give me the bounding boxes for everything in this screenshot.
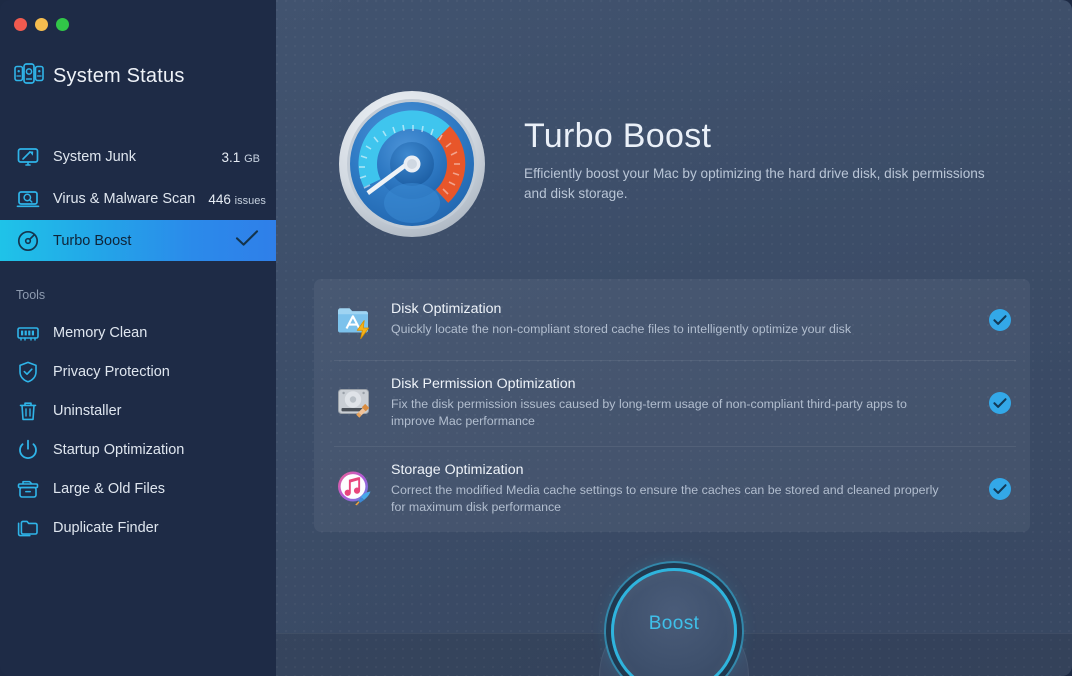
- sidebar-item-duplicate-finder[interactable]: Duplicate Finder: [0, 508, 276, 547]
- option-title: Disk Permission Optimization: [391, 376, 980, 392]
- boost-button-label: Boost: [649, 613, 700, 635]
- sidebar-item-label: Duplicate Finder: [53, 520, 159, 536]
- sidebar-item-label: Large & Old Files: [53, 481, 165, 497]
- power-icon: [16, 438, 40, 462]
- trash-icon: [16, 399, 40, 423]
- sidebar-item-value: 446 issues: [208, 192, 265, 207]
- optimization-options-card: Disk Optimization Quickly locate the non…: [314, 279, 1030, 532]
- boost-button[interactable]: Boost: [611, 568, 737, 676]
- option-check-icon[interactable]: [988, 308, 1012, 332]
- option-description: Correct the modified Media cache setting…: [391, 482, 951, 516]
- sidebar-item-label: Memory Clean: [53, 325, 147, 341]
- sidebar-item-label: Startup Optimization: [53, 442, 184, 458]
- hero-section: Turbo Boost Efficiently boost your Mac b…: [336, 88, 994, 245]
- option-title: Disk Optimization: [391, 301, 980, 317]
- sidebar-item-label: System Junk: [53, 149, 209, 165]
- option-text: Storage Optimization Correct the modifie…: [391, 462, 980, 516]
- itunes-rocket-icon: [334, 468, 376, 510]
- applications-folder-bolt-icon: [334, 299, 376, 341]
- main-content: Turbo Boost Efficiently boost your Mac b…: [276, 0, 1072, 676]
- sidebar-item-label: Turbo Boost: [53, 233, 221, 249]
- speedometer-icon: [16, 229, 40, 253]
- speedometer-large-icon: [336, 88, 488, 245]
- sidebar-item-memory-clean[interactable]: Memory Clean: [0, 313, 276, 352]
- monitor-broom-icon: [16, 145, 40, 169]
- close-window-button[interactable]: [14, 18, 27, 31]
- option-text: Disk Permission Optimization Fix the dis…: [391, 376, 980, 430]
- window-traffic-lights: [14, 18, 69, 31]
- option-row-disk-optimization[interactable]: Disk Optimization Quickly locate the non…: [314, 279, 1030, 360]
- page-title: Turbo Boost: [524, 118, 994, 155]
- sidebar-item-privacy-protection[interactable]: Privacy Protection: [0, 352, 276, 391]
- sidebar-tools-list: Memory Clean Privacy Protection: [0, 313, 276, 547]
- hard-disk-brush-icon: [334, 382, 376, 424]
- option-check-icon[interactable]: [988, 477, 1012, 501]
- system-status-icon: [14, 63, 44, 89]
- laptop-search-icon: [16, 187, 40, 211]
- checkmark-icon: [234, 228, 260, 253]
- sidebar-item-system-junk[interactable]: System Junk 3.1 GB: [0, 136, 276, 178]
- tools-section-heading: Tools: [16, 288, 45, 302]
- option-text: Disk Optimization Quickly locate the non…: [391, 301, 980, 338]
- sidebar-item-uninstaller[interactable]: Uninstaller: [0, 391, 276, 430]
- app-brand: System Status: [14, 63, 185, 89]
- sidebar-item-label: Virus & Malware Scan: [53, 191, 195, 207]
- sidebar-item-startup-optimization[interactable]: Startup Optimization: [0, 430, 276, 469]
- copy-folders-icon: [16, 516, 40, 540]
- sidebar-nav: System Junk 3.1 GB Virus & Malware Scan …: [0, 136, 276, 261]
- sidebar-item-virus-malware-scan[interactable]: Virus & Malware Scan 446 issues: [0, 178, 276, 220]
- app-title: System Status: [53, 65, 185, 88]
- sidebar-item-label: Privacy Protection: [53, 364, 170, 380]
- sidebar-item-value: 3.1 GB: [222, 150, 260, 165]
- app-window: System Status System Junk 3.1 GB: [0, 0, 1072, 676]
- sidebar-item-label: Uninstaller: [53, 403, 122, 419]
- page-subtitle: Efficiently boost your Mac by optimizing…: [524, 164, 994, 203]
- minimize-window-button[interactable]: [35, 18, 48, 31]
- option-row-storage-optimization[interactable]: Storage Optimization Correct the modifie…: [314, 446, 1030, 532]
- hero-text: Turbo Boost Efficiently boost your Mac b…: [524, 88, 994, 203]
- archive-box-icon: [16, 477, 40, 501]
- option-row-disk-permission-optimization[interactable]: Disk Permission Optimization Fix the dis…: [314, 360, 1030, 446]
- shield-check-icon: [16, 360, 40, 384]
- sidebar-item-large-old-files[interactable]: Large & Old Files: [0, 469, 276, 508]
- option-description: Fix the disk permission issues caused by…: [391, 396, 951, 430]
- sidebar: System Status System Junk 3.1 GB: [0, 0, 276, 676]
- option-title: Storage Optimization: [391, 462, 980, 478]
- maximize-window-button[interactable]: [56, 18, 69, 31]
- option-description: Quickly locate the non-compliant stored …: [391, 321, 951, 338]
- memory-ram-icon: [16, 321, 40, 345]
- sidebar-item-turbo-boost[interactable]: Turbo Boost: [0, 220, 276, 261]
- option-check-icon[interactable]: [988, 391, 1012, 415]
